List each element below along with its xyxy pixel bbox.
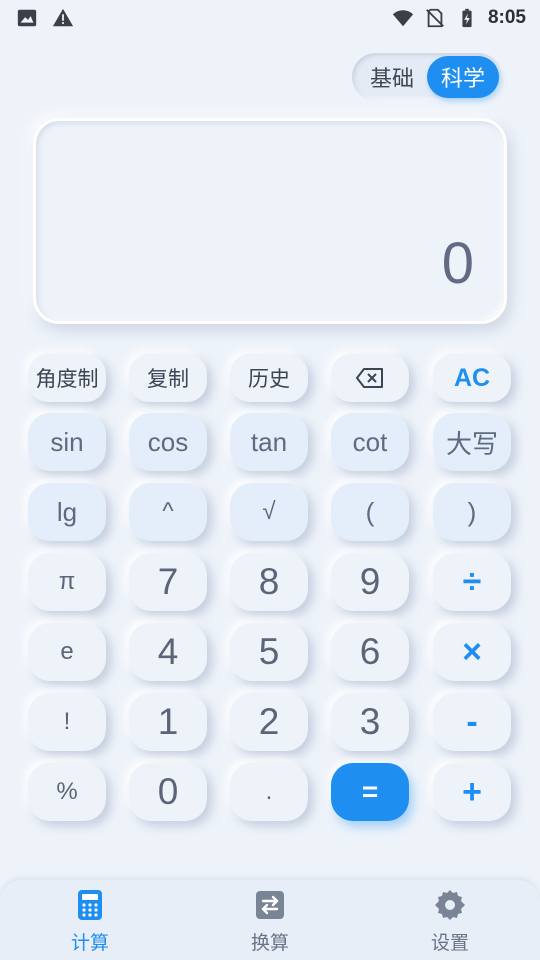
image-icon [17,9,37,27]
plus-button[interactable]: + [433,763,511,821]
sin-button[interactable]: sin [28,413,106,471]
nav-convert[interactable]: 换算 [210,886,330,956]
pi-button[interactable]: π [28,553,106,611]
gear-icon [435,890,465,920]
uppercase-button[interactable]: 大写 [433,413,511,471]
nav-calculate-label: 计算 [70,933,109,954]
bottom-nav: 计算 换算 设置 [0,880,540,960]
backspace-icon [356,368,383,388]
open-paren-button[interactable]: ( [331,483,409,541]
lg-button[interactable]: lg [28,483,106,541]
digit-4-button[interactable]: 4 [129,623,207,681]
wifi-icon [392,10,414,27]
mode-basic-button[interactable]: 基础 [356,56,428,98]
factorial-button[interactable]: ! [28,693,106,751]
cos-button[interactable]: cos [129,413,207,471]
percent-button[interactable]: % [28,763,106,821]
sqrt-button[interactable]: √ [230,483,308,541]
all-clear-button[interactable]: AC [433,354,511,402]
digit-6-button[interactable]: 6 [331,623,409,681]
exchange-icon [256,891,284,919]
backspace-button[interactable] [331,354,409,402]
digit-3-button[interactable]: 3 [331,693,409,751]
digit-2-button[interactable]: 2 [230,693,308,751]
digit-0-button[interactable]: 0 [129,763,207,821]
result-display: 0 [33,118,507,324]
nav-calculate[interactable]: 计算 [30,886,150,956]
close-paren-button[interactable]: ) [433,483,511,541]
power-button[interactable]: ^ [129,483,207,541]
divide-button[interactable]: ÷ [433,553,511,611]
multiply-button[interactable]: × [433,623,511,681]
digit-5-button[interactable]: 5 [230,623,308,681]
decimal-button[interactable]: . [230,763,308,821]
minus-button[interactable]: - [433,693,511,751]
battery-charging-icon [462,8,472,28]
history-button[interactable]: 历史 [230,354,308,402]
nav-settings-label: 设置 [430,933,469,954]
copy-button[interactable]: 复制 [129,354,207,402]
digit-9-button[interactable]: 9 [331,553,409,611]
mode-toggle: 基础 科学 [352,53,502,101]
angle-mode-button[interactable]: 角度制 [28,354,106,402]
digit-7-button[interactable]: 7 [129,553,207,611]
tan-button[interactable]: tan [230,413,308,471]
no-sim-icon [426,8,444,28]
calculator-icon [78,890,102,920]
equals-button[interactable]: = [331,763,409,821]
digit-1-button[interactable]: 1 [129,693,207,751]
status-bar: 8:05 [0,0,540,36]
status-time: 8:05 [487,7,526,28]
warning-icon [52,8,74,27]
display-value: 0 [441,231,474,296]
mode-scientific-button[interactable]: 科学 [427,56,499,98]
nav-settings[interactable]: 设置 [390,886,510,956]
cot-button[interactable]: cot [331,413,409,471]
euler-button[interactable]: e [28,623,106,681]
nav-convert-label: 换算 [250,933,289,954]
digit-8-button[interactable]: 8 [230,553,308,611]
